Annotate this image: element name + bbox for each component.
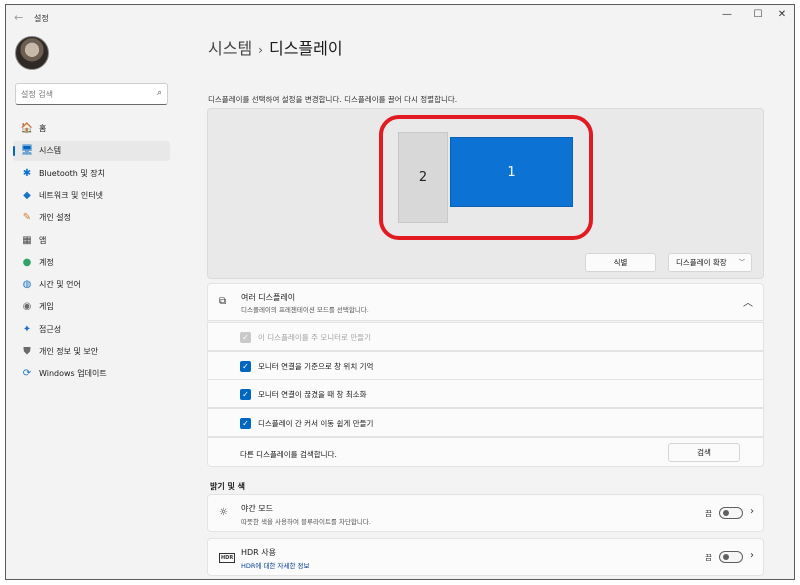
night-light-title: 야간 모드	[241, 504, 273, 513]
multiple-displays-title: 여러 디스플레이	[241, 293, 296, 302]
sidebar-item-label: 접근성	[39, 324, 62, 334]
multiple-displays-icon: ⧉	[219, 296, 227, 307]
extend-display-label: 디스플레이 확장	[676, 258, 727, 267]
night-light-description: 따뜻한 색을 사용하여 블루라이트를 차단합니다.	[241, 518, 371, 526]
globe-clock-icon: ◍	[22, 279, 32, 291]
wifi-icon: ◆	[23, 189, 31, 201]
arrangement-instruction: 디스플레이를 선택하여 설정을 변경합니다. 디스플레이를 끌어 다시 정렬합니…	[208, 95, 458, 104]
chevron-right-icon[interactable]: ›	[750, 506, 754, 517]
detect-button[interactable]: 검색	[668, 443, 740, 462]
breadcrumb: 시스템 › 디스플레이	[208, 35, 343, 59]
shield-icon: ⛊	[23, 346, 31, 357]
settings-window: ← 설정 — ☐ ✕ ⌕ 🏠홈🖥시스템✱Bluetooth 및 장치◆네트워크 …	[5, 4, 795, 580]
sidebar-item[interactable]: ◍ 시간 및 언어	[13, 275, 170, 295]
sidebar-item-label: 네트워크 및 인터넷	[39, 190, 103, 200]
account-icon: ●	[22, 256, 32, 268]
display-arrangement-panel: 2 1 식별 디스플레이 확장 ﹀	[207, 108, 764, 279]
chevron-right-icon[interactable]: ›	[750, 550, 754, 561]
checkbox-label: 이 디스플레이를 주 모니터로 만들기	[258, 333, 372, 342]
sidebar-item[interactable]: ⟳ Windows 업데이트	[13, 364, 170, 384]
sidebar-item-label: 개인 정보 및 보안	[39, 347, 99, 356]
sidebar-item[interactable]: ✱ Bluetooth 및 장치	[13, 164, 170, 184]
identify-button[interactable]: 식별	[585, 253, 656, 272]
checkbox-label: 디스플레이 간 커서 이동 쉽게 만들기	[258, 419, 374, 429]
app-title: 설정	[34, 14, 49, 23]
search-box[interactable]: ⌕	[15, 83, 168, 105]
sidebar-item-label: Bluetooth 및 장치	[39, 168, 106, 178]
checkbox-label: 모니터 연결이 끊겼을 때 창 최소화	[258, 390, 367, 400]
sidebar-item-label: 홈	[39, 124, 47, 133]
chevron-down-icon: ﹀	[738, 259, 745, 266]
brightness-section-heading: 밝기 및 색	[210, 482, 246, 491]
selection-indicator	[13, 146, 15, 157]
maximize-button[interactable]: ☐	[749, 9, 767, 20]
checkbox: ✓	[240, 332, 251, 343]
sidebar-item-label: 앱	[39, 235, 47, 245]
breadcrumb-separator: ›	[258, 43, 263, 57]
checkbox-row[interactable]: ✓ 디스플레이 간 커서 이동 쉽게 만들기	[207, 408, 764, 438]
gamepad-icon: ◉	[22, 301, 32, 313]
chevron-up-icon[interactable]: ︿	[743, 294, 753, 309]
sidebar-item-label: Windows 업데이트	[39, 369, 107, 379]
detect-displays-label: 다른 디스플레이를 검색합니다.	[240, 450, 337, 459]
hdr-info-link[interactable]: HDR에 대한 자세한 정보	[241, 560, 309, 570]
sidebar-item[interactable]: 🏠 홈	[13, 119, 170, 139]
sidebar-item-label: 게임	[39, 302, 54, 312]
sidebar-item[interactable]: ⛊ 개인 정보 및 보안	[13, 342, 170, 362]
search-input[interactable]	[21, 87, 146, 101]
sidebar-item-label: 계정	[39, 257, 54, 267]
update-icon: ⟳	[22, 368, 32, 380]
sidebar-item[interactable]: ✦ 접근성	[13, 320, 170, 340]
sidebar-item[interactable]: 🖥 시스템	[13, 141, 170, 162]
hdr-toggle[interactable]	[719, 551, 743, 563]
checkbox[interactable]: ✓	[240, 360, 251, 372]
page-title: 디스플레이	[268, 39, 343, 58]
sun-icon: ☼	[219, 507, 228, 518]
title-bar: ← 설정 — ☐ ✕	[6, 5, 794, 31]
search-icon[interactable]: ⌕	[157, 88, 162, 98]
close-button[interactable]: ✕	[773, 9, 791, 20]
breadcrumb-parent[interactable]: 시스템	[208, 39, 252, 58]
checkbox-row: ✓ 이 디스플레이를 주 모니터로 만들기	[207, 322, 764, 351]
checkbox-row[interactable]: ✓ 모니터 연결이 끊겼을 때 창 최소화	[207, 379, 764, 409]
avatar[interactable]	[15, 36, 49, 70]
apps-icon: ▦	[22, 234, 32, 246]
hdr-icon: HDR	[219, 553, 236, 563]
checkbox[interactable]: ✓	[240, 418, 251, 430]
bluetooth-icon: ✱	[22, 167, 32, 179]
sidebar-item-label: 시스템	[39, 146, 62, 156]
monitor-icon: 🖥	[20, 145, 34, 157]
checkbox-label: 모니터 연결을 기준으로 창 위치 기억	[258, 361, 374, 371]
sidebar-item[interactable]: ● 계정	[13, 253, 170, 273]
night-light-state: 끔	[705, 509, 712, 518]
hdr-row[interactable]: HDR HDR 사용 HDR에 대한 자세한 정보 끔 ›	[207, 538, 764, 576]
sidebar-item-label: 개인 설정	[39, 213, 71, 223]
back-arrow-icon[interactable]: ←	[14, 11, 23, 24]
multiple-displays-header[interactable]: ⧉ 여러 디스플레이 디스플레이의 프레젠테이션 모드를 선택합니다. ︿	[207, 283, 764, 321]
detect-displays-row: 다른 디스플레이를 검색합니다. 검색	[207, 437, 764, 467]
sidebar-item[interactable]: ◆ 네트워크 및 인터넷	[13, 186, 170, 206]
sidebar-item[interactable]: ◉ 게임	[13, 297, 170, 317]
sidebar-item[interactable]: ▦ 앱	[13, 231, 170, 251]
sidebar-item[interactable]: ✎ 개인 설정	[13, 208, 170, 228]
sidebar-item-label: 시간 및 언어	[39, 280, 81, 290]
checkbox[interactable]: ✓	[240, 389, 251, 401]
multiple-displays-description: 디스플레이의 프레젠테이션 모드를 선택합니다.	[241, 306, 369, 314]
hdr-state: 끔	[705, 553, 712, 562]
checkbox-row[interactable]: ✓ 모니터 연결을 기준으로 창 위치 기억	[207, 350, 764, 380]
night-light-toggle[interactable]	[719, 507, 743, 519]
brush-icon: ✎	[22, 212, 32, 224]
hdr-title: HDR 사용	[241, 548, 276, 557]
extend-display-dropdown[interactable]: 디스플레이 확장 ﹀	[668, 253, 752, 272]
home-icon: 🏠	[20, 123, 34, 134]
accessibility-icon: ✦	[22, 323, 32, 335]
night-light-row[interactable]: ☼ 야간 모드 따뜻한 색을 사용하여 블루라이트를 차단합니다. 끔 ›	[207, 494, 764, 532]
minimize-button[interactable]: —	[718, 9, 736, 20]
red-highlight-annotation	[379, 115, 593, 240]
